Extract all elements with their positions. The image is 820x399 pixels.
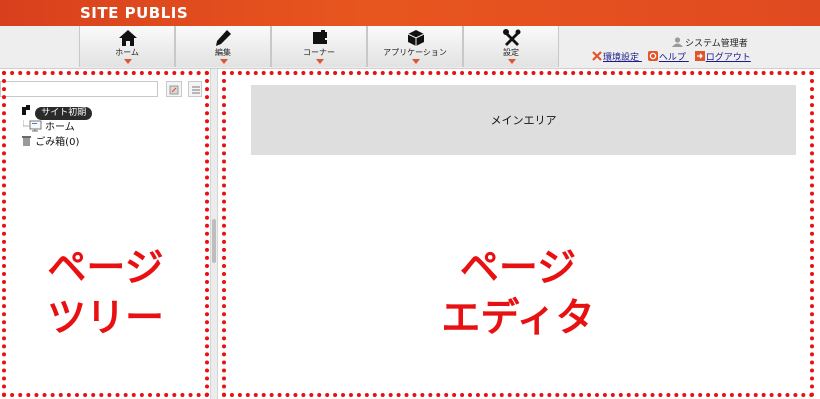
page-editor-highlight [222, 71, 814, 397]
logout-icon [694, 51, 705, 61]
puzzle-icon [313, 30, 327, 44]
logout-link[interactable]: ログアウト [694, 51, 751, 63]
help-link[interactable]: ヘルプ [647, 51, 689, 63]
home-icon [119, 30, 137, 46]
user-panel: システム管理者 環境設定 ヘルプ ログアウト [592, 26, 820, 68]
chevron-down-icon [508, 59, 516, 64]
cube-icon [407, 30, 425, 46]
chevron-down-icon [220, 59, 228, 64]
annotation-page-editor: ページ エディタ [222, 244, 814, 344]
preferences-link[interactable]: 環境設定 [592, 51, 642, 63]
chevron-down-icon [316, 59, 324, 64]
menu-corner-label: コーナー [303, 48, 335, 57]
header-bar: SITE PUBLIS [0, 0, 820, 26]
user-links: 環境設定 ヘルプ ログアウト [592, 50, 757, 63]
help-label: ヘルプ [658, 53, 686, 63]
menu-home-label: ホーム [115, 48, 139, 57]
menu-application-label: アプリケーション [383, 48, 447, 57]
chevron-down-icon [412, 59, 420, 64]
menu-settings-label: 設定 [503, 48, 519, 57]
menu-application[interactable]: アプリケーション [367, 26, 463, 67]
menu-edit-label: 編集 [215, 48, 231, 57]
annotation-left-line1: ページ [47, 246, 164, 291]
main-menu-bar: ホーム 編集 コーナー アプリケーション 設定 システム管理者 環境設定 ヘルプ… [0, 26, 820, 69]
splitter-grip[interactable] [212, 219, 216, 263]
annotation-page-tree: ページ ツリー [2, 244, 209, 344]
logout-label: ログアウト [705, 53, 751, 63]
user-name-row: システム管理者 [672, 36, 748, 49]
chevron-down-icon [124, 59, 132, 64]
annotation-right-line1: ページ [459, 246, 577, 291]
pencil-icon [216, 30, 231, 46]
panel-splitter[interactable] [210, 69, 218, 399]
menu-edit[interactable]: 編集 [175, 26, 271, 67]
menu-settings[interactable]: 設定 [463, 26, 559, 67]
tools-icon [503, 29, 521, 46]
annotation-left-line2: ツリー [46, 296, 164, 341]
menu-home[interactable]: ホーム [79, 26, 175, 67]
user-name: システム管理者 [685, 39, 748, 49]
wrench-icon [592, 51, 602, 61]
brand-logo[interactable]: SITE PUBLIS [80, 4, 188, 22]
page-tree-highlight [2, 71, 209, 397]
help-icon [647, 51, 658, 61]
menu-corner[interactable]: コーナー [271, 26, 367, 67]
user-icon [672, 37, 683, 47]
preferences-label: 環境設定 [603, 53, 640, 63]
annotation-right-line2: エディタ [441, 296, 595, 341]
